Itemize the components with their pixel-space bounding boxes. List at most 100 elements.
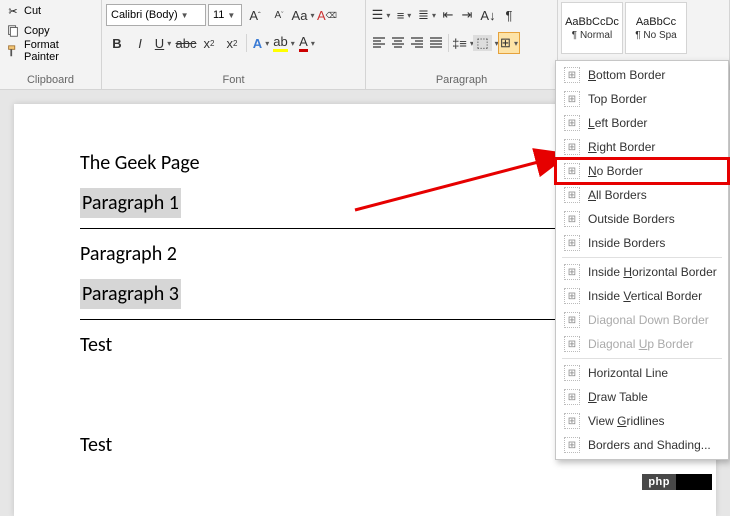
copy-label: Copy <box>24 25 50 37</box>
border-menu-item[interactable]: ⊞ No Border <box>556 159 728 183</box>
style-preview: AaBbCc <box>636 16 676 28</box>
border-menu-item[interactable]: ⊞ All Borders <box>556 183 728 207</box>
paragraph-group-label: Paragraph <box>370 72 553 89</box>
border-type-icon: ⊞ <box>564 139 580 155</box>
border-type-icon: ⊞ <box>564 235 580 251</box>
border-type-icon: ⊞ <box>564 288 580 304</box>
bold-button[interactable]: B <box>106 32 128 54</box>
justify-button[interactable] <box>427 32 445 54</box>
shading-button[interactable]: ⬚▾ <box>475 32 497 54</box>
font-group: Calibri (Body) ▼ 11 ▼ Aˆ Aˇ Aa▾ A⌫ B I U… <box>102 0 366 89</box>
bullets-button[interactable]: ☰▾ <box>370 4 392 26</box>
font-size-value: 11 <box>213 9 224 21</box>
menu-item-label: Left Border <box>588 116 647 130</box>
border-menu-item[interactable]: ⊞Top Border <box>556 87 728 111</box>
paragraph-3: Paragraph 3 <box>80 279 181 309</box>
style-preview: AaBbCcDc <box>565 16 619 28</box>
font-name-value: Calibri (Body) <box>111 9 178 21</box>
sort-button[interactable]: A↓ <box>477 4 499 26</box>
style-name: ¶ Normal <box>572 30 612 41</box>
menu-item-label: Outside Borders <box>588 212 675 226</box>
menu-item-label: Diagonal Down Border <box>588 313 709 327</box>
italic-button[interactable]: I <box>129 32 151 54</box>
border-menu-item[interactable]: ⊞Horizontal Line <box>556 361 728 385</box>
menu-item-label: All Borders <box>588 188 647 202</box>
format-painter-button[interactable]: Format Painter <box>4 42 97 60</box>
border-menu-item[interactable]: ⊞Inside Horizontal Border <box>556 260 728 284</box>
copy-icon <box>6 24 20 38</box>
clipboard-group-label: Clipboard <box>4 72 97 89</box>
border-type-icon: ⊞ <box>564 115 580 131</box>
align-center-button[interactable] <box>389 32 407 54</box>
highlight-button[interactable]: ab▾ <box>273 32 295 54</box>
paragraph-group: ☰▾ ≡▾ ≣▾ ⇤ ⇥ A↓ ¶ <box>366 0 558 89</box>
numbering-button[interactable]: ≡▾ <box>393 4 415 26</box>
cut-label: Cut <box>24 5 41 17</box>
menu-item-label: Bottom Border <box>588 68 665 82</box>
format-painter-label: Format Painter <box>24 39 95 63</box>
border-type-icon: ⊞ <box>564 437 580 453</box>
menu-item-label: Horizontal Line <box>588 366 668 380</box>
watermark-badge: php <box>642 474 712 490</box>
border-type-icon: ⊞ <box>564 187 580 203</box>
border-type-icon: ⊞ <box>564 389 580 405</box>
border-menu-item[interactable]: ⊞ Draw Table <box>556 385 728 409</box>
border-type-icon: ⊞ <box>564 163 580 179</box>
menu-item-label: No Border <box>588 164 643 178</box>
border-type-icon: ⊞ <box>564 91 580 107</box>
border-type-icon: ⊞ <box>564 67 580 83</box>
subscript-button[interactable]: x2 <box>198 32 220 54</box>
font-name-select[interactable]: Calibri (Body) ▼ <box>106 4 206 26</box>
style-normal[interactable]: AaBbCcDc ¶ Normal <box>561 2 623 54</box>
border-type-icon: ⊞ <box>564 312 580 328</box>
borders-button[interactable]: ⊞▾ <box>498 32 520 54</box>
border-menu-item[interactable]: ⊞ Left Border <box>556 111 728 135</box>
border-menu-item[interactable]: ⊞ Right Border <box>556 135 728 159</box>
cut-icon: ✂ <box>6 5 20 18</box>
decrease-indent-button[interactable]: ⇤ <box>439 4 457 26</box>
font-group-label: Font <box>106 72 361 89</box>
menu-item-label: Right Border <box>588 140 655 154</box>
strikethrough-button[interactable]: abc <box>175 32 197 54</box>
superscript-button[interactable]: x2 <box>221 32 243 54</box>
menu-separator <box>562 257 722 258</box>
borders-dropdown-menu: ⊞Bottom Border⊞Top Border⊞Left Border⊞Ri… <box>555 60 729 460</box>
increase-indent-button[interactable]: ⇥ <box>458 4 476 26</box>
clear-formatting-button[interactable]: A⌫ <box>316 4 338 26</box>
brush-icon <box>6 44 20 58</box>
align-right-button[interactable] <box>408 32 426 54</box>
border-type-icon: ⊞ <box>564 211 580 227</box>
style-name: ¶ No Spa <box>635 30 677 41</box>
border-type-icon: ⊞ <box>564 336 580 352</box>
border-menu-item[interactable]: ⊞ Diagonal Up Border <box>556 332 728 356</box>
line-spacing-button[interactable]: ‡≡▾ <box>452 32 474 54</box>
align-left-button[interactable] <box>370 32 388 54</box>
show-marks-button[interactable]: ¶ <box>500 4 518 26</box>
border-menu-item[interactable]: ⊞ Outside Borders <box>556 207 728 231</box>
menu-item-label: Draw Table <box>588 390 648 404</box>
menu-separator <box>562 358 722 359</box>
border-menu-item[interactable]: ⊞ Inside Vertical Border <box>556 284 728 308</box>
grow-font-button[interactable]: Aˆ <box>244 4 266 26</box>
menu-item-label: Inside Vertical Border <box>588 289 702 303</box>
border-type-icon: ⊞ <box>564 264 580 280</box>
border-menu-item[interactable]: ⊞Borders and Shading... <box>556 433 728 457</box>
style-no-spacing[interactable]: AaBbCc ¶ No Spa <box>625 2 687 54</box>
chevron-down-icon: ▼ <box>181 11 189 20</box>
text-effects-button[interactable]: A▾ <box>250 32 272 54</box>
border-type-icon: ⊞ <box>564 413 580 429</box>
font-size-select[interactable]: 11 ▼ <box>208 4 242 26</box>
font-color-button[interactable]: A▾ <box>296 32 318 54</box>
multilevel-list-button[interactable]: ≣▾ <box>416 4 438 26</box>
border-menu-item[interactable]: ⊞View Gridlines <box>556 409 728 433</box>
border-menu-item[interactable]: ⊞Inside Borders <box>556 231 728 255</box>
border-menu-item[interactable]: ⊞ Diagonal Down Border <box>556 308 728 332</box>
border-menu-item[interactable]: ⊞ Bottom Border <box>556 63 728 87</box>
shrink-font-button[interactable]: Aˇ <box>268 4 290 26</box>
underline-button[interactable]: U▾ <box>152 32 174 54</box>
menu-item-label: Diagonal Up Border <box>588 337 693 351</box>
chevron-down-icon: ▼ <box>227 11 235 20</box>
change-case-button[interactable]: Aa▾ <box>292 4 314 26</box>
copy-button[interactable]: Copy <box>4 22 97 40</box>
cut-button[interactable]: ✂ Cut <box>4 2 97 20</box>
